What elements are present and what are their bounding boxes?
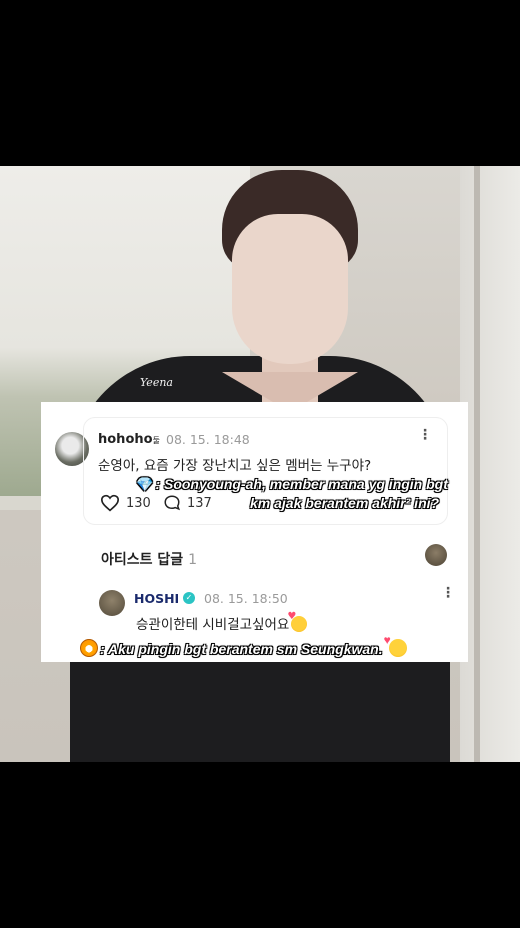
artist-reply-timestamp: 08. 15. 18:50	[204, 591, 288, 606]
vertical-ellipsis-icon[interactable]: ⋮	[418, 427, 432, 443]
artist-thumb-avatar[interactable]	[425, 544, 447, 566]
door-frame	[474, 166, 480, 762]
comment-username[interactable]: hohoho둘	[98, 432, 160, 447]
artist-reply-count: 1	[188, 552, 198, 568]
tiger-emoji-icon	[80, 639, 98, 657]
gem-emoji-icon: 💎	[136, 476, 154, 492]
comment-screenshot-card: hohoho둘 08. 15. 18:48 ⋮ 순영아, 요즘 가장 장난치고 …	[41, 402, 468, 662]
comment-text: 순영아, 요즘 가장 장난치고 싶은 멤버는 누구야?	[98, 458, 372, 474]
artist-avatar[interactable]	[99, 590, 125, 616]
person-face	[232, 214, 348, 364]
username-suffix: 둘	[152, 436, 160, 445]
wall-right	[460, 166, 520, 762]
username-text: hohoho	[98, 432, 153, 447]
heart-outline-icon	[100, 494, 120, 512]
artist-reply-text: 승관이한테 시비걸고싶어요	[136, 611, 308, 633]
artist-reply-header: 아티스트 답글 1	[101, 549, 197, 569]
artist-name[interactable]: HOSHI	[134, 591, 179, 606]
comment-timestamp: 08. 15. 18:48	[166, 432, 250, 447]
vertical-ellipsis-icon[interactable]: ⋮	[441, 585, 455, 601]
speech-bubble-icon	[164, 495, 181, 511]
translation-question-text-1: : Soonyoung-ah, member mana yg ingin bgt	[155, 476, 448, 492]
translation-answer: : Aku pingin bgt berantem sm Seungkwan.	[80, 633, 407, 657]
like-button[interactable]: 130	[100, 494, 151, 512]
reply-count: 137	[187, 495, 212, 511]
translation-answer-text: : Aku pingin bgt berantem sm Seungkwan.	[100, 641, 383, 657]
like-count: 130	[126, 495, 151, 511]
watermark: Yeena	[140, 376, 173, 389]
artist-reply-body: 승관이한테 시비걸고싶어요	[136, 617, 290, 633]
artist-reply-label: 아티스트 답글	[101, 552, 184, 568]
verified-badge-icon: ✓	[183, 592, 195, 604]
smiling-face-with-hearts-emoji-icon	[384, 633, 407, 657]
reply-button[interactable]: 137	[163, 494, 212, 512]
translation-question-line1: 💎: Soonyoung-ah, member mana yg ingin bg…	[136, 476, 448, 493]
translation-question-line2: km ajak berantem akhir² ini?	[250, 495, 440, 511]
smiling-face-with-hearts-emoji-icon	[287, 611, 308, 632]
